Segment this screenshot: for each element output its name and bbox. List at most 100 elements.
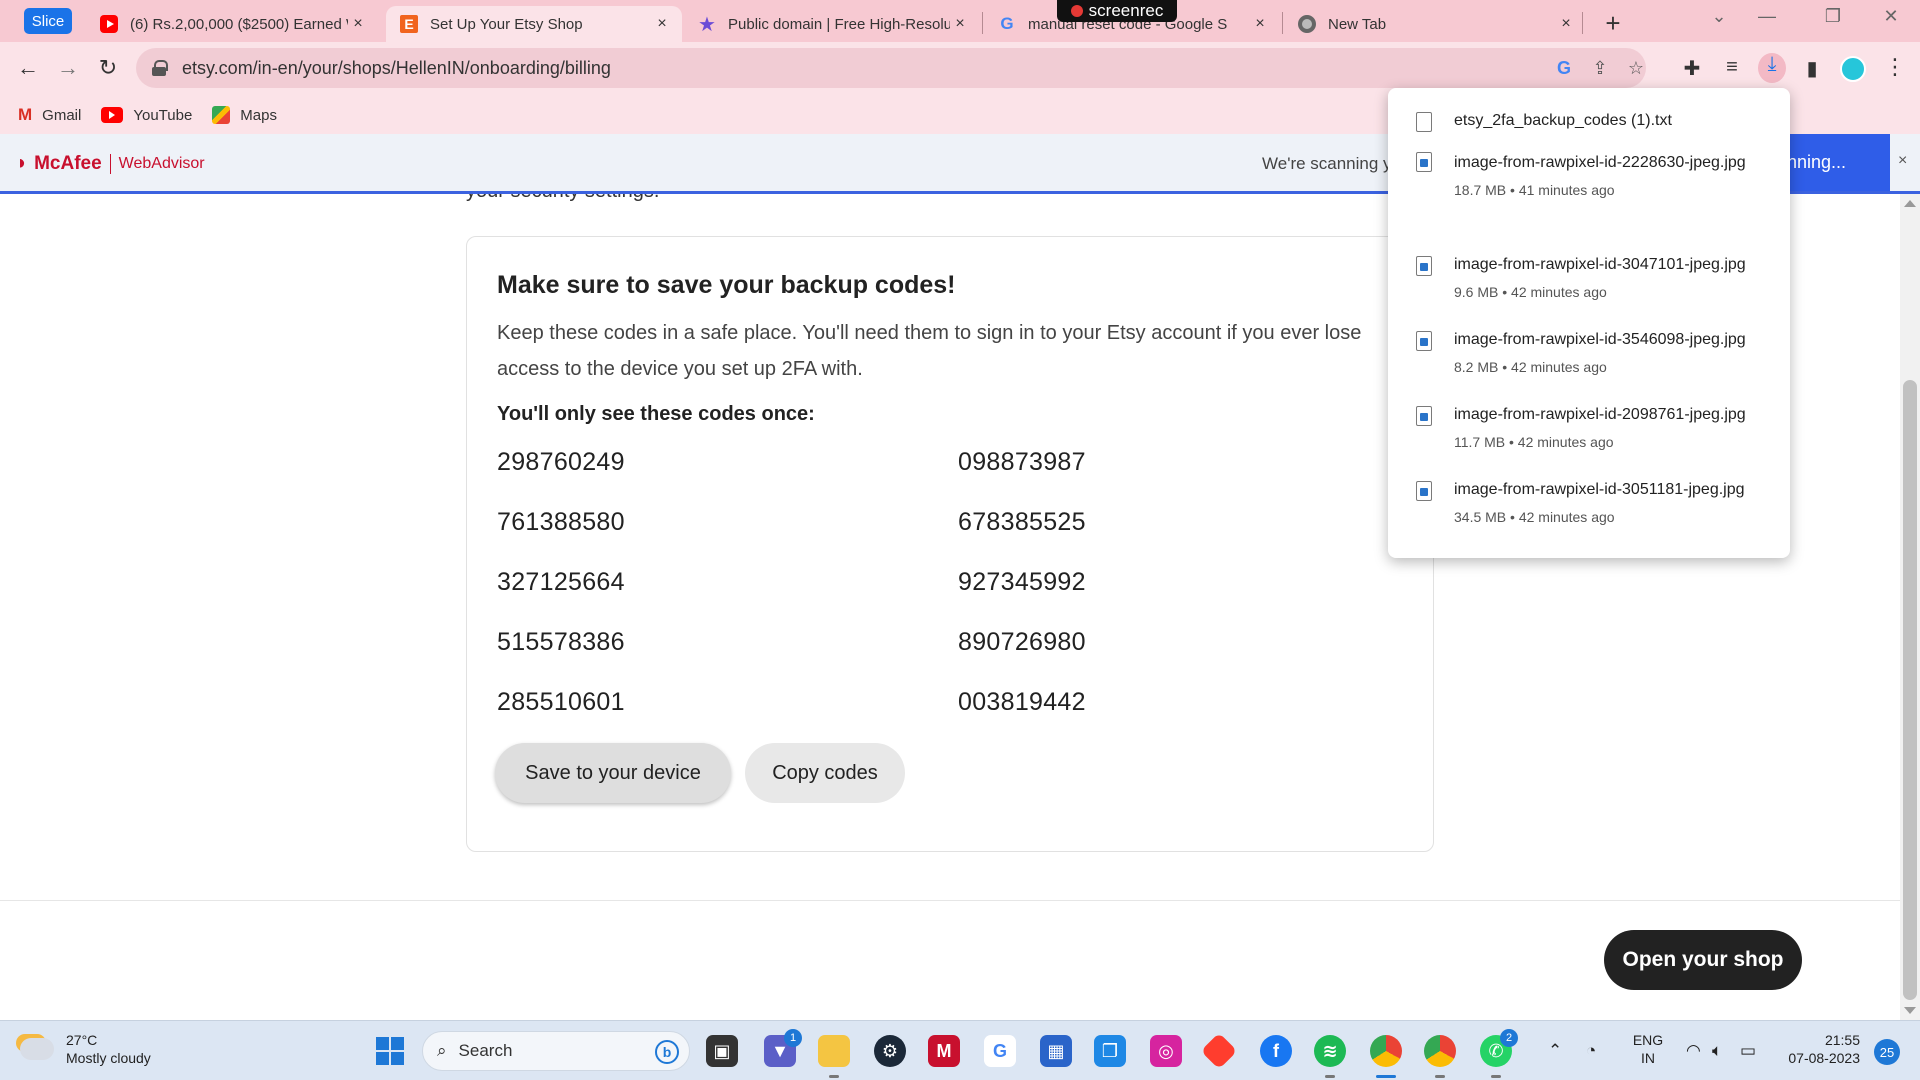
taskbar-search[interactable]: ⌕ Search b: [422, 1031, 690, 1071]
running-indicator: [1491, 1075, 1501, 1078]
chrome-profile-icon[interactable]: [1424, 1035, 1456, 1067]
side-panel-icon[interactable]: ▮: [1798, 56, 1826, 81]
weather-widget[interactable]: 27°C Mostly cloudy: [20, 1031, 151, 1067]
scroll-up-icon[interactable]: [1904, 200, 1916, 207]
download-item[interactable]: image-from-rawpixel-id-3051181-jpeg.jpg …: [1388, 481, 1790, 556]
running-indicator: [829, 1075, 839, 1078]
back-arrow-icon[interactable]: ←: [12, 52, 44, 84]
clock[interactable]: 21:55 07-08-2023: [1776, 1031, 1860, 1067]
rawpixel-star-icon: ★: [698, 13, 716, 36]
save-to-device-button[interactable]: Save to your device: [495, 743, 731, 803]
anydesk-icon[interactable]: [1200, 1032, 1238, 1070]
screenrec-label: screenrec: [1088, 1, 1164, 20]
backup-code: 678385525: [958, 508, 1086, 536]
download-item[interactable]: image-from-rawpixel-id-3047101-jpeg.jpg …: [1388, 256, 1790, 331]
window-close-button[interactable]: ✕: [1876, 6, 1906, 27]
screenrec-overlay[interactable]: screenrec: [1057, 0, 1177, 22]
codes-subheading: You'll only see these codes once:: [497, 403, 815, 425]
download-meta: 18.7 MB • 41 minutes ago: [1454, 182, 1615, 198]
tab-close-icon[interactable]: ×: [348, 15, 368, 33]
region-code: IN: [1641, 1050, 1655, 1066]
tab-title: Public domain | Free High-Resolu: [728, 15, 950, 33]
google-lens-icon[interactable]: G: [1552, 58, 1576, 79]
tab-rawpixel[interactable]: ★ Public domain | Free High-Resolu ×: [684, 6, 980, 42]
download-item[interactable]: image-from-rawpixel-id-2228630-jpeg.jpg …: [1388, 142, 1790, 217]
bing-icon[interactable]: b: [655, 1040, 679, 1064]
tab-title: Set Up Your Etsy Shop: [430, 15, 583, 33]
media-queue-icon[interactable]: ≡: [1718, 56, 1746, 79]
tab-close-icon[interactable]: ×: [950, 15, 970, 33]
store-icon[interactable]: ▦: [1040, 1035, 1072, 1067]
open-your-shop-button[interactable]: Open your shop: [1604, 930, 1802, 990]
reload-icon[interactable]: ↻: [92, 52, 124, 84]
browser-tab-strip: Slice (6) Rs.2,00,000 ($2500) Earned W ×…: [0, 0, 1920, 42]
tab-close-icon[interactable]: ×: [652, 15, 672, 33]
mcafee-close-icon[interactable]: ×: [1898, 152, 1907, 170]
steam-icon[interactable]: ⚙: [874, 1035, 906, 1067]
tab-close-icon[interactable]: ×: [1556, 15, 1576, 33]
download-icon[interactable]: ⤓: [1758, 53, 1786, 83]
tab-close-icon[interactable]: ×: [1250, 15, 1270, 33]
copy-codes-button[interactable]: Copy codes: [745, 743, 905, 803]
tab-new-tab[interactable]: New Tab ×: [1284, 6, 1586, 42]
backup-code: 890726980: [958, 628, 1086, 656]
active-indicator: [1376, 1075, 1396, 1078]
slice-tab-group-badge[interactable]: Slice: [24, 8, 72, 34]
more-menu-icon[interactable]: ⋮: [1884, 54, 1906, 80]
download-item[interactable]: image-from-rawpixel-id-2098761-jpeg.jpg …: [1388, 406, 1790, 481]
bookmark-star-icon[interactable]: ☆: [1624, 58, 1648, 79]
address-bar[interactable]: etsy.com/in-en/your/shops/HellenIN/onboa…: [136, 48, 1646, 88]
scrollbar-thumb[interactable]: [1903, 380, 1917, 1000]
instagram-icon[interactable]: ◎: [1150, 1035, 1182, 1067]
running-indicator: [1325, 1075, 1335, 1078]
spotify-icon[interactable]: ≋: [1314, 1035, 1346, 1067]
clock-time: 21:55: [1824, 1032, 1860, 1048]
remote-desktop-icon[interactable]: ❐: [1094, 1035, 1126, 1067]
tab-separator: [1582, 12, 1583, 34]
weather-temp: 27°C: [66, 1032, 98, 1048]
tab-search-chevron-icon[interactable]: ⌄: [1704, 6, 1734, 27]
task-view-icon[interactable]: ▣: [706, 1035, 738, 1067]
scroll-down-icon[interactable]: [1904, 1007, 1916, 1014]
battery-icon[interactable]: ▭: [1740, 1041, 1756, 1061]
image-file-icon: [1416, 406, 1432, 426]
mcafee-icon[interactable]: M: [928, 1035, 960, 1067]
profile-avatar[interactable]: [1840, 56, 1866, 82]
bookmark-youtube[interactable]: YouTube: [101, 107, 192, 124]
facebook-icon[interactable]: f: [1260, 1035, 1292, 1067]
new-tab-button[interactable]: +: [1598, 8, 1628, 39]
notification-center-badge[interactable]: 25: [1874, 1039, 1900, 1065]
maps-icon: [212, 106, 231, 124]
restore-button[interactable]: ❐: [1818, 6, 1848, 27]
extensions-puzzle-icon[interactable]: ✚: [1678, 56, 1706, 81]
bookmark-gmail[interactable]: M Gmail: [18, 105, 81, 125]
bookmark-maps[interactable]: Maps: [212, 106, 277, 124]
google-icon[interactable]: G: [984, 1035, 1016, 1067]
teams-badge: 1: [784, 1029, 802, 1047]
url-text[interactable]: etsy.com/in-en/your/shops/HellenIN/onboa…: [182, 58, 611, 79]
tab-youtube[interactable]: (6) Rs.2,00,000 ($2500) Earned W ×: [86, 6, 378, 42]
network-status-icon[interactable]: ◔: [1586, 1041, 1596, 1061]
download-filename: image-from-rawpixel-id-2228630-jpeg.jpg: [1454, 154, 1746, 171]
minimize-button[interactable]: —: [1752, 6, 1782, 27]
download-item[interactable]: image-from-rawpixel-id-3546098-jpeg.jpg …: [1388, 331, 1790, 406]
volume-icon[interactable]: 🔈︎: [1712, 1041, 1722, 1061]
language-indicator[interactable]: ENG IN: [1630, 1031, 1666, 1067]
share-icon[interactable]: ⇪: [1588, 58, 1612, 79]
weather-desc: Mostly cloudy: [66, 1050, 151, 1066]
chevron-up-icon[interactable]: ⌃: [1548, 1041, 1562, 1061]
lock-icon[interactable]: [152, 60, 168, 76]
tab-etsy[interactable]: E Set Up Your Etsy Shop ×: [386, 6, 682, 42]
card-title: Make sure to save your backup codes!: [497, 271, 956, 299]
security-settings-text: your security settings.: [466, 194, 659, 203]
wifi-icon[interactable]: ◠: [1686, 1041, 1701, 1061]
download-meta: 34.5 MB • 42 minutes ago: [1454, 509, 1615, 525]
page-scrollbar[interactable]: [1900, 194, 1920, 1020]
tab-title: (6) Rs.2,00,000 ($2500) Earned W: [130, 15, 348, 33]
download-meta: 9.6 MB • 42 minutes ago: [1454, 284, 1607, 300]
image-file-icon: [1416, 152, 1432, 172]
file-explorer-icon[interactable]: [818, 1035, 850, 1067]
windows-start-icon[interactable]: [376, 1037, 404, 1065]
forward-arrow-icon[interactable]: →: [52, 52, 84, 84]
chrome-icon[interactable]: [1370, 1035, 1402, 1067]
